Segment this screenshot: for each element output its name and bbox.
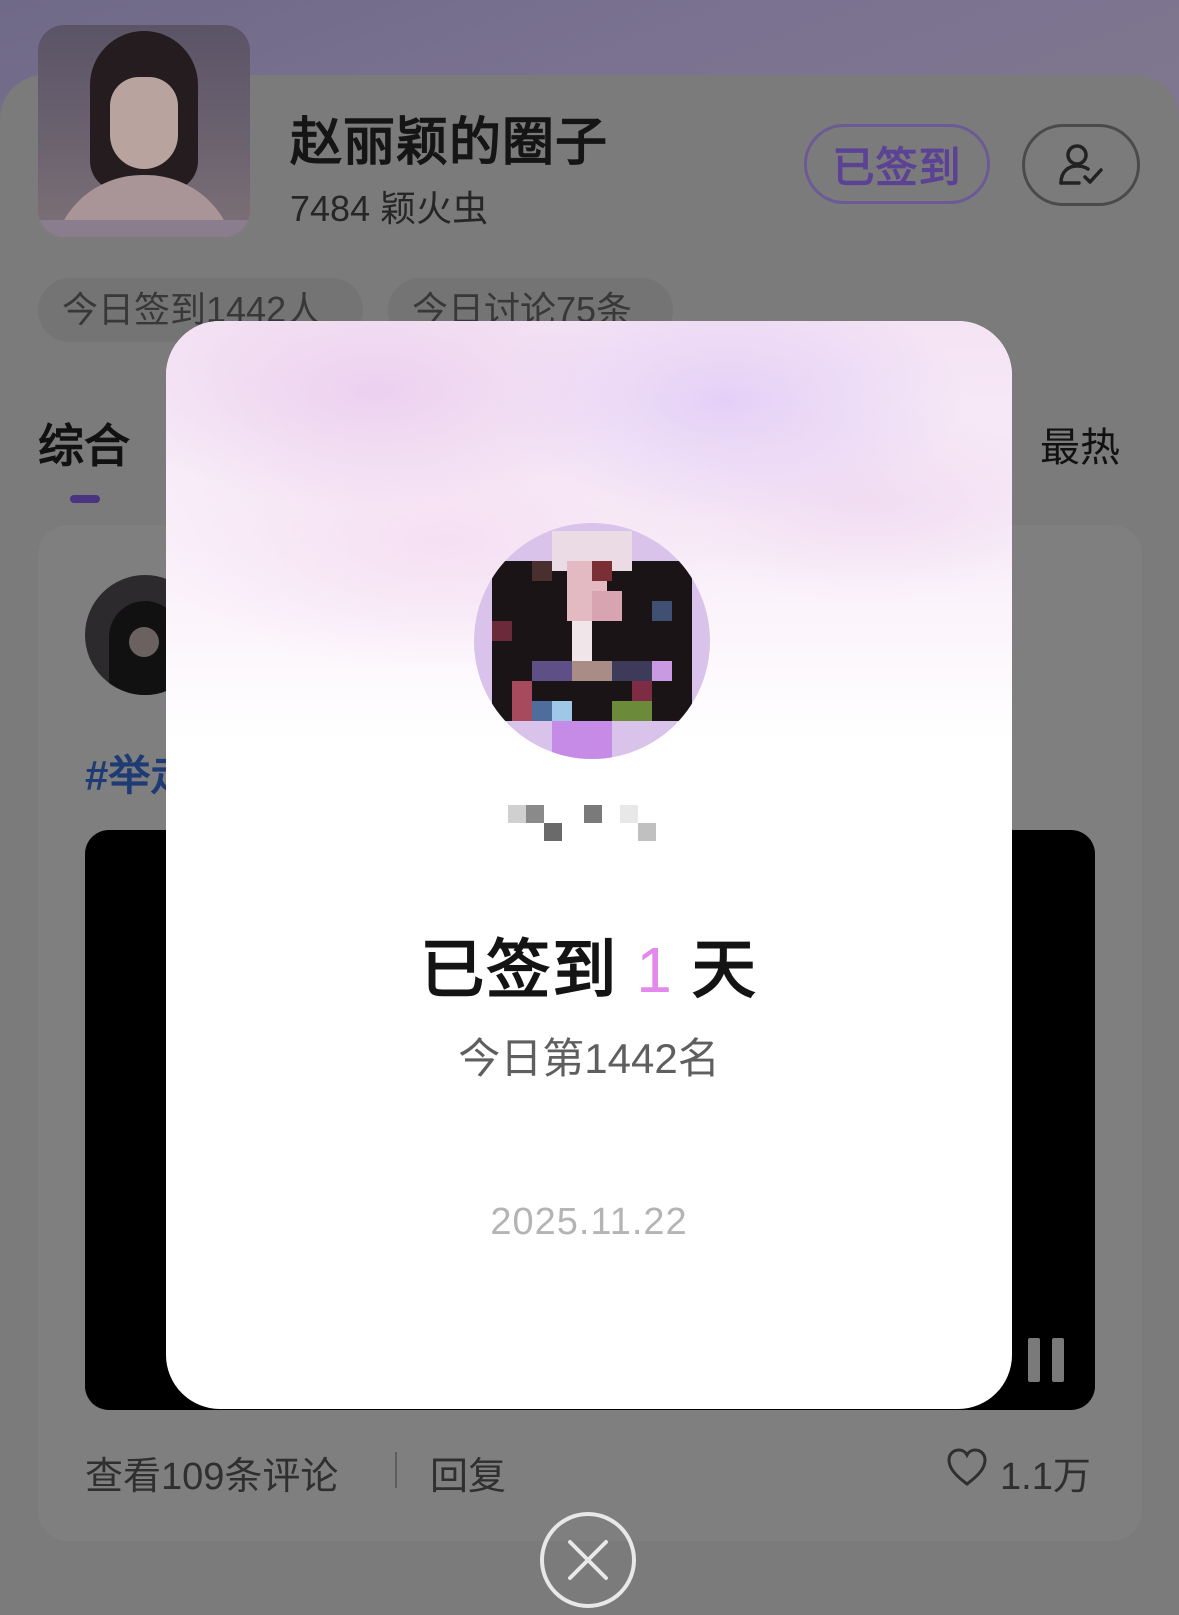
user-nickname-pixelated [508, 805, 656, 841]
today-rank: 今日第1442名 [458, 1035, 720, 1082]
streak-prefix: 已签到 [420, 934, 619, 1006]
tab-indicator [70, 495, 100, 503]
tab-hottest[interactable]: 最热 [1040, 415, 1120, 473]
tab-comprehensive[interactable]: 综合 [38, 410, 130, 476]
reply-button[interactable]: 回复 [430, 1445, 506, 1500]
heart-icon[interactable] [945, 1446, 989, 1488]
user-check-icon [1059, 144, 1103, 185]
streak-days-number: 1 [636, 934, 674, 1006]
streak-suffix: 天 [691, 934, 758, 1006]
checkin-success-dialog: 已签到 1 天 今日第1442名 2025.11.22 [166, 321, 1012, 1409]
pause-icon[interactable] [1028, 1338, 1068, 1382]
action-divider [395, 1452, 397, 1488]
circle-cover-image [38, 25, 250, 237]
checkin-streak-text: 已签到 1 天 [166, 919, 1012, 1011]
checkin-date: 2025.11.22 [490, 1201, 688, 1243]
like-count: 1.1万 [1000, 1456, 1091, 1498]
circle-title: 赵丽颖的圈子 [290, 114, 609, 172]
close-dialog-button[interactable] [540, 1512, 636, 1608]
member-count: 7484 颖火虫 [290, 188, 489, 229]
signed-in-button[interactable]: 已签到 [804, 124, 990, 204]
user-avatar [474, 523, 710, 759]
close-icon [568, 1540, 608, 1580]
follow-button[interactable] [1022, 124, 1140, 206]
view-comments-link[interactable]: 查看109条评论 [85, 1445, 338, 1500]
